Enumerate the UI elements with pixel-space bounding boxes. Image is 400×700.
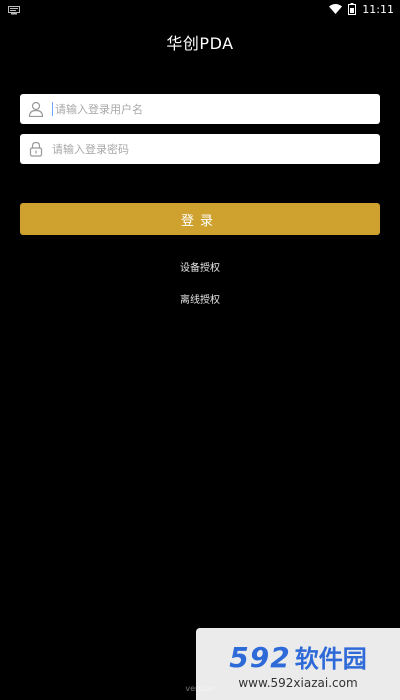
battery-icon [348,3,357,15]
status-right: 11:11 [329,3,394,16]
device-auth-link[interactable]: 设备授权 [0,259,400,274]
watermark-logo: 592 软件园 [229,639,366,674]
watermark-logo-text: 软件园 [294,644,367,673]
status-time: 11:11 [362,2,394,16]
watermark: 592 软件园 www.592xiazai.com [196,628,400,700]
notification-icon [8,0,20,19]
status-left [8,0,20,19]
status-bar: 11:11 [0,0,400,18]
wifi-icon [329,4,343,14]
watermark-logo-number: 592 [229,640,291,674]
user-icon [28,101,44,117]
watermark-url: www.592xiazai.com [238,675,358,690]
password-input[interactable] [52,134,380,164]
text-cursor [52,102,53,116]
password-field[interactable] [20,134,380,164]
offline-auth-link[interactable]: 离线授权 [0,291,400,306]
page-title: 华创PDA [166,34,234,53]
lock-icon [28,141,44,157]
username-field[interactable] [20,94,380,124]
login-button[interactable]: 登录 [20,203,380,235]
username-input[interactable] [55,94,380,124]
